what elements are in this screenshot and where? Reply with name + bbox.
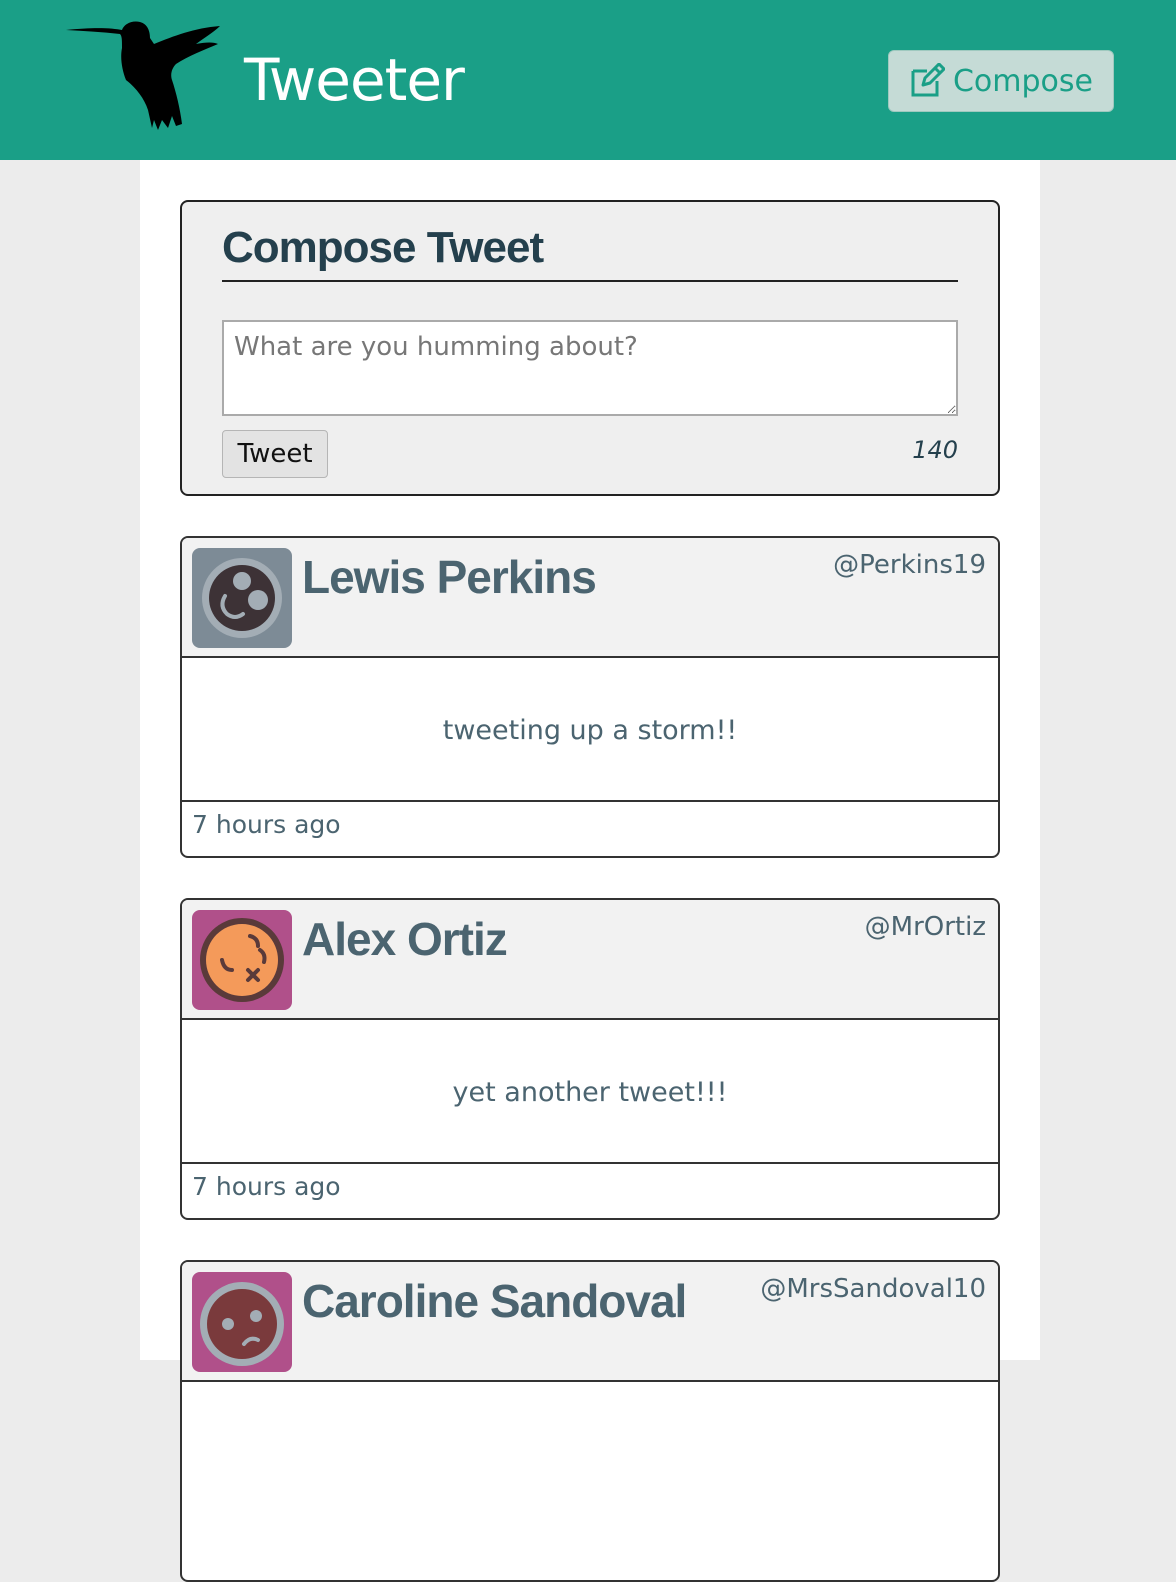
author-handle: @MrOrtiz bbox=[864, 912, 986, 942]
planet-avatar-icon bbox=[192, 548, 292, 648]
tweet-card: Caroline Sandoval @MrsSandoval10 bbox=[180, 1260, 1000, 1582]
tweet-textarea[interactable] bbox=[222, 320, 958, 416]
edit-icon bbox=[911, 63, 945, 97]
author-name: Alex Ortiz bbox=[302, 913, 508, 965]
author-name: Lewis Perkins bbox=[302, 551, 597, 603]
navbar: Tweeter Compose bbox=[0, 0, 1176, 160]
compose-button[interactable]: Compose bbox=[888, 50, 1114, 112]
tweet-card: Lewis Perkins @Perkins19 tweeting up a s… bbox=[180, 536, 1000, 858]
orange-face-avatar-icon bbox=[192, 910, 292, 1010]
hummingbird-logo-icon bbox=[64, 18, 224, 134]
compose-tweet-form: Compose Tweet Tweet 140 bbox=[180, 200, 1000, 496]
tweet-timestamp: 7 hours ago bbox=[192, 810, 341, 839]
brand-title: Tweeter bbox=[244, 46, 465, 114]
sad-face-avatar-icon bbox=[192, 1272, 292, 1372]
tweet-header: Lewis Perkins @Perkins19 bbox=[182, 538, 998, 658]
tweet-content: tweeting up a storm!! bbox=[182, 660, 998, 802]
author-handle: @Perkins19 bbox=[833, 550, 986, 580]
tweet-header: Alex Ortiz @MrOrtiz bbox=[182, 900, 998, 1020]
tweet-card: Alex Ortiz @MrOrtiz yet another tweet!!!… bbox=[180, 898, 1000, 1220]
author-handle: @MrsSandoval10 bbox=[760, 1274, 986, 1304]
compose-button-label: Compose bbox=[952, 63, 1093, 99]
tweet-timestamp: 7 hours ago bbox=[192, 1172, 341, 1201]
compose-title: Compose Tweet bbox=[222, 220, 958, 282]
tweet-content: yet another tweet!!! bbox=[182, 1022, 998, 1164]
tweet-header: Caroline Sandoval @MrsSandoval10 bbox=[182, 1262, 998, 1382]
main-container: Compose Tweet Tweet 140 Lewis Perkins @P… bbox=[140, 160, 1040, 1582]
character-counter: 140 bbox=[912, 436, 958, 464]
author-name: Caroline Sandoval bbox=[302, 1275, 687, 1327]
tweet-submit-button[interactable]: Tweet bbox=[222, 430, 328, 478]
